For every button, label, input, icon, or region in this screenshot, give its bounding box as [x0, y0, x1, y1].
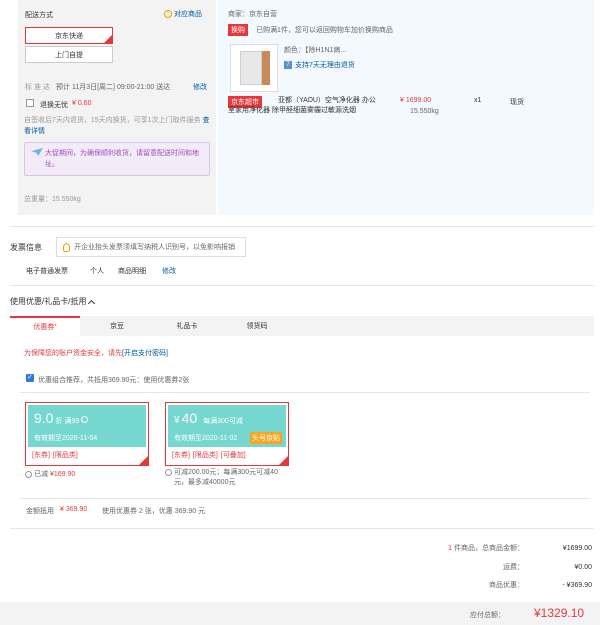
summary-label: 金额抵用 [26, 508, 54, 515]
coupon-tag: [限品类] [192, 452, 218, 459]
total-weight: 总重量：15.550kg [24, 196, 81, 203]
freight-value: ¥0.00 [574, 563, 592, 571]
combo-checkbox[interactable]: ✓ [26, 374, 34, 382]
goods-total-row: 1 件商品，总商品金额： ¥1699.00 [448, 544, 592, 553]
option-jd-express[interactable]: 京东快递 [25, 27, 113, 44]
discount-row: 商品优惠： - ¥369.90 [489, 581, 592, 590]
discount-tabs: 优惠券 * 京豆 礼品卡 领货码 [10, 316, 594, 336]
promo-text: 已购满1件，您可以返回购物车加价换购商品 [256, 27, 393, 34]
no-return-price: ¥ 0.60 [72, 100, 92, 107]
shipping-title: 配送方式 [25, 12, 53, 19]
tab-gift-card[interactable]: 礼品卡 [152, 316, 222, 336]
summary-text: 使用优惠券 2 张，优惠 369.90 元 [102, 508, 206, 515]
order-panel: 商家：京东自营 换购 已购满1件，您可以返回购物车加价换购商品 颜色：【除H1N… [218, 0, 594, 215]
payable-label: 应付总额： [470, 612, 505, 619]
coupon-card[interactable]: 9.0 折 满99 有效期至2020-11-04 [东券] [限品类] [25, 402, 149, 466]
payable-bar: 应付总额： ¥1329.10 [0, 602, 600, 625]
no-return-desc: 自签收后7天内退货，15天内换货，可享1次上门取件服务 查看详情 [24, 117, 210, 135]
modify-shipping-link[interactable]: 修改 [193, 82, 207, 92]
coupon-condition: 满99 [64, 418, 80, 425]
return-icon: 7 [284, 61, 292, 69]
matched-goods-link[interactable]: ! 对应商品 [164, 9, 202, 19]
stock-status: 现货 [510, 99, 524, 106]
discount-value: - ¥369.90 [562, 581, 592, 589]
goods-total-value: ¥1699.00 [562, 544, 592, 552]
coupon-card[interactable]: ¥ 40 每满300可减 有效期至2020-11-02 头号京贴 [东券] [限… [165, 402, 289, 466]
coupon-expire: 有效期至2020-11-02 [174, 435, 238, 442]
no-return-label: 退换无忧 [40, 102, 68, 109]
product-name[interactable]: 亚都（YADU）空气净化器 办公室家用净化器 除甲醛细菌雾霾过敏源洗烟 [228, 96, 378, 116]
invoice-type: 电子普通发票 [26, 268, 68, 275]
product-color: 颜色：【除H1N1病... [284, 47, 347, 54]
tab-jd-beans[interactable]: 京豆 [82, 316, 152, 336]
invoice-tip: 开企业抬头发票须填写纳税人识别号，以免影响报销 [56, 237, 246, 257]
coupon-note: 已减 ¥169.90 [25, 469, 75, 479]
promo-tag: 换购 [228, 24, 248, 36]
invoice-title: 发票信息 [10, 243, 42, 252]
product-weight: 15.550kg [410, 108, 439, 115]
info-icon [81, 416, 89, 423]
notice-text: 大促期间，为确保顺利收货，请留意配送时间和地址。 [45, 150, 199, 168]
tab-coupons[interactable]: 优惠券 * [10, 316, 80, 336]
coupon-tag: [东券] [172, 452, 190, 459]
chevron-up-icon [88, 299, 96, 307]
bulb-icon [63, 242, 70, 252]
coupon-tag: [东券] [32, 452, 50, 459]
standard-time: 预计 11月3日[周二] 09:00-21:00 送达 [56, 84, 171, 91]
invoice-person: 个人 [90, 268, 104, 275]
divider [10, 226, 594, 227]
info-icon [25, 470, 32, 478]
divider [10, 528, 594, 529]
invoice-detail: 商品明细 [118, 268, 146, 275]
promo-notice: 大促期间，为确保顺利收货，请留意配送时间和地址。 [24, 142, 210, 176]
coupon-unit: 折 [55, 418, 63, 425]
coupon-note: 可减200.00元；每满300元可减40元，最多减40000元 [165, 468, 289, 488]
seller-name: 商家：京东自营 [228, 11, 277, 18]
product-image[interactable] [230, 44, 278, 92]
coupon-currency: ¥ [174, 415, 180, 426]
security-notice: 为保障您的账户资金安全，请先[开启支付密码] [24, 350, 168, 357]
coupon-value: 9.0 [34, 410, 54, 426]
coupon-expire: 有效期至2020-11-04 [34, 435, 98, 442]
freight-row: 运费： ¥0.00 [503, 563, 592, 572]
tab-pickup-code[interactable]: 领货码 [222, 316, 292, 336]
info-icon [165, 469, 172, 476]
combo-text: 优惠组合推荐，共抵用369.90元：使用优惠券2张 [38, 377, 190, 384]
coupon-badge: 头号京贴 [250, 432, 282, 444]
product-price: ¥ 1699.00 [400, 97, 432, 104]
enable-pay-password-link[interactable]: [开启支付密码] [122, 350, 168, 357]
product-qty: x1 [474, 97, 482, 104]
modify-invoice-link[interactable]: 修改 [162, 266, 176, 276]
standard-label: 标 准 达 [25, 84, 50, 91]
shipping-panel: 配送方式 ! 对应商品 京东快递 上门自提 标 准 达 预计 11月3日[周二]… [18, 0, 216, 215]
divider [20, 498, 590, 499]
coupon-tag: [可叠加] [220, 452, 246, 459]
plane-icon [31, 148, 43, 156]
info-icon: ! [164, 10, 172, 18]
coupon-tag: [限品类] [52, 452, 78, 459]
divider [10, 285, 594, 286]
discount-toggle[interactable]: 使用优惠/礼品卡/抵用 [10, 296, 96, 307]
return-badge: 7 支持7天无理由退货 [284, 60, 355, 70]
no-return-checkbox[interactable] [26, 99, 34, 107]
coupon-value: 40 [181, 410, 198, 426]
payable-value: ¥1329.10 [534, 606, 585, 620]
coupon-condition: 每满300可减 [203, 418, 243, 425]
option-self-pickup[interactable]: 上门自提 [25, 46, 113, 63]
summary-value: ¥ 369.90 [60, 506, 88, 513]
divider [20, 392, 590, 393]
